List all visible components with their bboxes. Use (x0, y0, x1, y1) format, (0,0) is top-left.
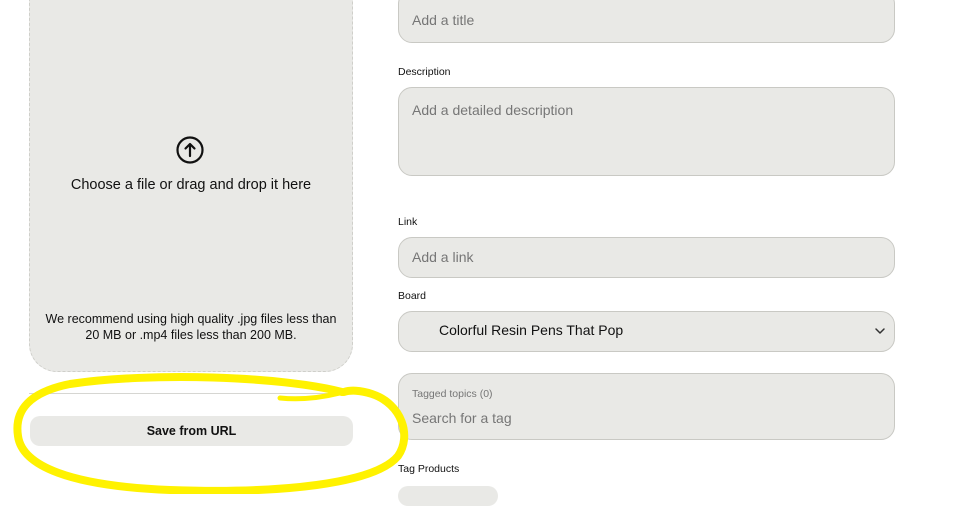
title-input[interactable]: Add a title (398, 0, 895, 43)
save-from-url-button[interactable]: Save from URL (30, 416, 353, 446)
description-textarea[interactable]: Add a detailed description (398, 87, 895, 176)
upload-instruction-text: Choose a file or drag and drop it here (70, 177, 312, 193)
upload-arrow-icon[interactable] (176, 136, 204, 164)
title-placeholder: Add a title (412, 12, 475, 28)
description-label: Description (398, 66, 451, 78)
link-input[interactable]: Add a link (398, 237, 895, 278)
divider (29, 393, 353, 394)
chevron-down-icon (875, 328, 885, 334)
board-selected-value: Colorful Resin Pens That Pop (439, 322, 624, 338)
tag-products-button[interactable] (398, 486, 498, 506)
link-placeholder: Add a link (412, 249, 474, 265)
board-select[interactable]: Colorful Resin Pens That Pop (398, 311, 895, 352)
description-placeholder: Add a detailed description (412, 102, 574, 118)
tag-products-label: Tag Products (398, 463, 460, 475)
board-label: Board (398, 290, 427, 302)
upload-recommendation-text: We recommend using high quality .jpg fil… (45, 312, 337, 342)
tag-search-placeholder: Search for a tag (412, 410, 512, 426)
tagged-topics-input[interactable]: Tagged topics (0) Search for a tag (398, 373, 895, 440)
link-label: Link (398, 216, 418, 228)
tagged-topics-label: Tagged topics (0) (412, 388, 493, 400)
